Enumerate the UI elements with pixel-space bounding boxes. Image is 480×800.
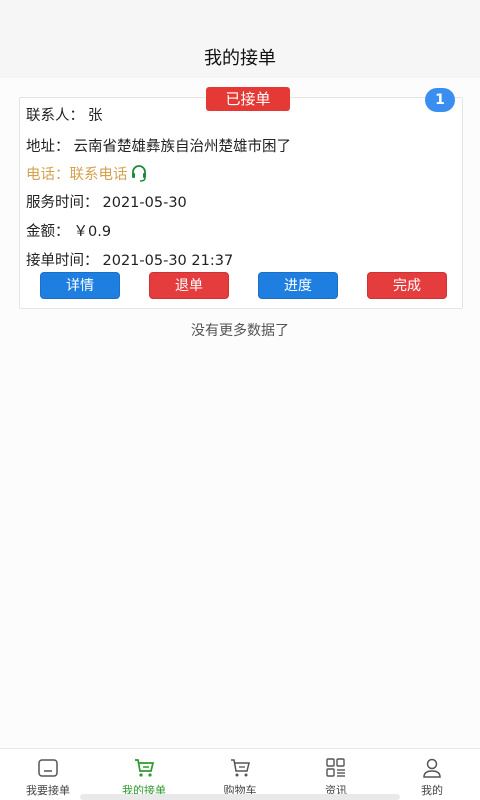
order-card[interactable]: 已接单 1 联系人：张 地址： 云南省楚雄彝族自治州楚雄市困了 电话：联系电话 服… [19,87,463,309]
address-row: 地址： 云南省楚雄彝族自治州楚雄市困了 [26,135,291,156]
amount-value: ￥0.9 [73,224,112,240]
phone-link[interactable]: 联系电话 [70,167,128,183]
amount-row: 金额： ￥0.9 [26,220,111,241]
accept-time-row: 接单时间： 2021-05-30 21:37 [26,249,233,270]
tab-shopping-cart[interactable]: 购物车 [192,749,288,800]
amount-label: 金额： [26,224,70,240]
tab-me[interactable]: 我的 [384,749,480,800]
home-indicator [80,794,400,800]
contact-value: 张 [88,108,103,124]
cart-icon [231,759,250,777]
accept-time-label: 接单时间： [26,253,99,269]
bottom-tab-bar: 我要接单 我的接单 购物车 资讯 我的 [0,748,480,800]
service-time-value: 2021-05-30 [102,195,187,211]
detail-button[interactable]: 详情 [40,272,120,299]
grid-icon [326,758,345,777]
accept-time-value: 2021-05-30 21:37 [102,253,234,269]
tab-news[interactable]: 资讯 [288,749,384,800]
user-icon [423,758,441,778]
address-label: 地址： [26,139,70,155]
service-time-label: 服务时间： [26,195,99,211]
complete-button[interactable]: 完成 [367,272,447,299]
contact-row: 联系人：张 [26,104,103,125]
page-title: 我的接单 [204,48,276,69]
cart-active-icon [135,759,155,777]
tab-my-orders[interactable]: 我的接单 [96,749,192,800]
inbox-icon [38,759,58,777]
phone-row[interactable]: 电话：联系电话 [26,163,148,186]
cancel-order-button[interactable]: 退单 [149,272,229,299]
progress-button[interactable]: 进度 [258,272,338,299]
order-index-badge: 1 [425,88,455,112]
service-time-row: 服务时间： 2021-05-30 [26,191,187,212]
headset-icon[interactable] [130,164,148,186]
phone-label: 电话： [26,167,70,183]
list-end-text: 没有更多数据了 [191,323,289,339]
top-header: 我的接单 [0,0,480,78]
contact-label: 联系人： [26,108,84,124]
status-badge: 已接单 [206,87,290,111]
tab-take-orders[interactable]: 我要接单 [0,749,96,800]
address-value: 云南省楚雄彝族自治州楚雄市困了 [73,139,292,155]
